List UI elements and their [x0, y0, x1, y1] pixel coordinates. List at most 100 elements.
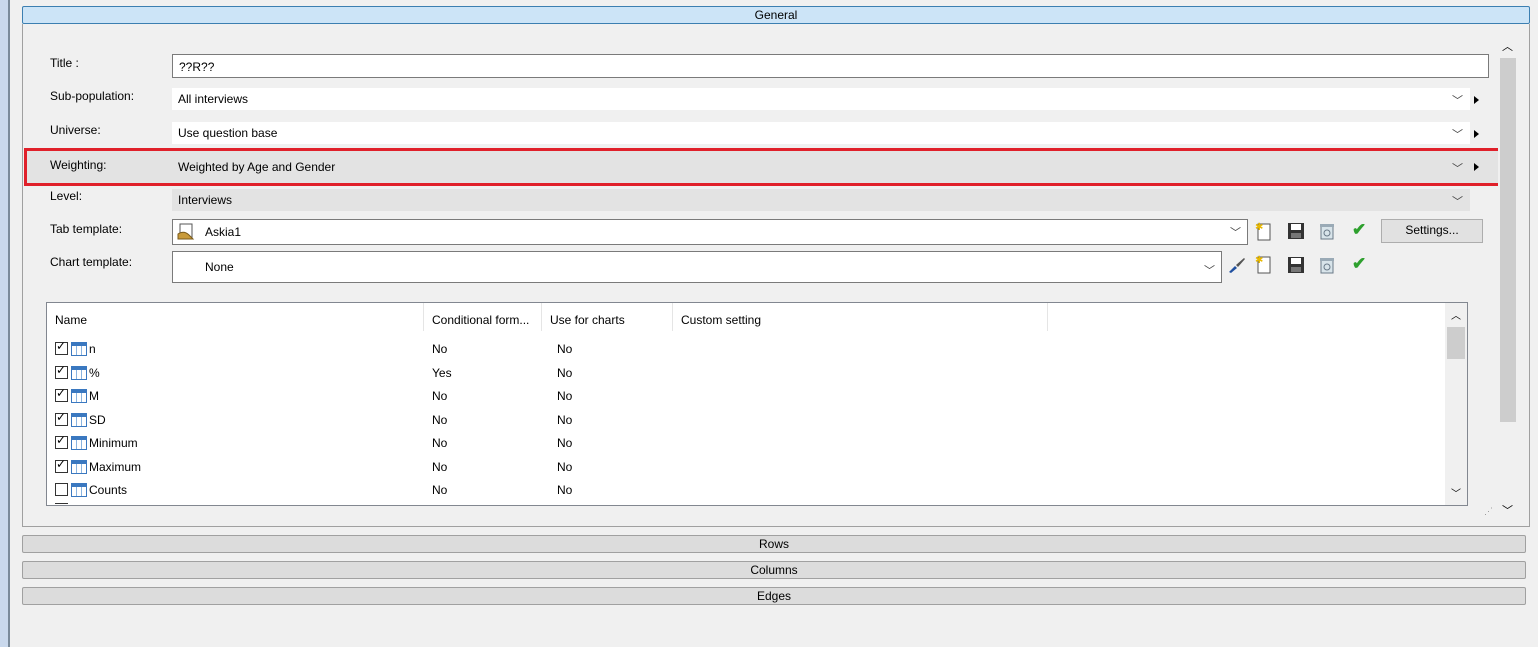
row-use-for-charts: No — [557, 365, 573, 380]
grid-header-charts[interactable]: Use for charts — [542, 303, 673, 331]
grid-header-conditional[interactable]: Conditional form... — [424, 303, 542, 331]
tab-template-chevron-down-icon[interactable]: ﹀ — [1230, 221, 1241, 245]
save-chart-template-icon[interactable] — [1287, 256, 1305, 274]
row-name: n — [89, 342, 96, 356]
row-name: Minimum — [89, 436, 138, 450]
panel-scroll-thumb[interactable] — [1500, 58, 1516, 422]
grid-scroll-thumb[interactable] — [1447, 327, 1465, 359]
panel-scroll-up-icon[interactable]: ︿ — [1502, 38, 1513, 54]
title-label: Title : — [50, 56, 79, 70]
row-use-for-charts: No — [557, 342, 573, 356]
apply-template-check-icon[interactable]: ✔ — [1352, 220, 1366, 240]
svg-text:✱: ✱ — [1255, 255, 1263, 266]
row-conditional: No — [432, 436, 448, 450]
row-use-for-charts: No — [557, 436, 573, 450]
tab-template-value: Askia1 — [205, 225, 242, 239]
row-name: SD — [89, 412, 106, 427]
panel-scrollbar[interactable]: ︿ ﹀ — [1498, 38, 1518, 522]
chart-template-label: Chart template: — [50, 255, 133, 269]
table-row[interactable]: Minimum No No — [47, 431, 1443, 455]
row-name: Counts — [89, 483, 128, 497]
universe-chevron-down-icon[interactable]: ﹀ — [1452, 126, 1463, 142]
resize-grip-icon[interactable]: ⋰ — [1484, 506, 1493, 517]
chart-template-value: None — [205, 260, 234, 274]
window-edge-line — [8, 0, 10, 647]
table-row[interactable]: Maximum No No — [47, 455, 1443, 479]
subpop-arrow-right-icon[interactable] — [1474, 96, 1479, 104]
chart-template-select[interactable]: None ﹀ — [172, 251, 1222, 283]
row-conditional: No — [432, 483, 448, 497]
statistics-grid: Name Conditional form... Use for charts … — [46, 302, 1468, 506]
tab-template-select[interactable]: Askia1 ﹀ — [172, 219, 1248, 245]
level-label: Level: — [50, 189, 83, 203]
row-conditional: Yes — [432, 365, 452, 380]
universe-select[interactable]: Use question base — [172, 122, 1470, 144]
universe-value: Use question base — [178, 126, 278, 140]
grid-header-name[interactable]: Name — [47, 303, 424, 331]
apply-chart-template-check-icon[interactable]: ✔ — [1352, 254, 1366, 274]
subpop-label: Sub-population: — [50, 89, 135, 103]
subpop-select[interactable]: All interviews — [172, 88, 1470, 110]
section-columns-header[interactable]: Columns — [22, 561, 1526, 579]
grid-scroll-up-icon[interactable]: ︿ — [1451, 307, 1461, 322]
settings-button[interactable]: Settings... — [1381, 219, 1483, 243]
row-checkbox[interactable] — [55, 410, 68, 426]
chart-template-chevron-down-icon[interactable]: ﹀ — [1204, 256, 1215, 286]
level-select[interactable]: Interviews — [172, 189, 1470, 211]
new-template-icon[interactable]: ✱ — [1254, 221, 1272, 241]
row-conditional: No — [432, 342, 448, 356]
window-edge — [0, 0, 8, 647]
row-name: Maximum — [89, 459, 142, 474]
table-icon — [71, 436, 87, 450]
row-checkbox[interactable] — [55, 457, 68, 473]
new-chart-template-icon[interactable]: ✱ — [1254, 254, 1272, 274]
row-checkbox[interactable] — [55, 386, 68, 402]
row-use-for-charts: No — [557, 412, 573, 427]
row-checkbox[interactable] — [55, 433, 68, 449]
universe-label: Universe: — [50, 123, 101, 137]
table-icon — [71, 342, 87, 356]
universe-arrow-right-icon[interactable] — [1474, 130, 1479, 138]
partial-row-checkbox — [55, 503, 68, 505]
delete-chart-template-icon[interactable] — [1318, 256, 1336, 274]
tab-template-label: Tab template: — [50, 222, 123, 236]
row-use-for-charts: No — [557, 483, 573, 497]
weighting-highlight-box — [24, 148, 1512, 186]
section-rows-header[interactable]: Rows — [22, 535, 1526, 553]
row-use-for-charts: No — [557, 459, 573, 474]
row-checkbox[interactable] — [55, 363, 68, 379]
grid-header-custom[interactable]: Custom setting — [673, 303, 1048, 331]
save-template-icon[interactable] — [1287, 222, 1305, 240]
grid-scroll-down-icon[interactable]: ﹀ — [1451, 485, 1461, 500]
table-icon — [71, 365, 87, 380]
level-value: Interviews — [178, 193, 233, 207]
table-row[interactable]: n No No — [47, 337, 1443, 361]
grid-scrollbar[interactable]: ︿ ﹀ — [1445, 303, 1467, 505]
row-conditional: No — [432, 389, 448, 403]
template-file-icon — [177, 223, 195, 240]
subpop-chevron-down-icon[interactable]: ﹀ — [1452, 92, 1463, 108]
table-icon — [71, 412, 87, 427]
table-icon — [71, 389, 87, 403]
table-icon — [71, 483, 87, 497]
table-row[interactable]: M No No — [47, 384, 1443, 408]
svg-text:✱: ✱ — [1255, 222, 1263, 233]
panel-scroll-down-icon[interactable]: ﹀ — [1502, 502, 1513, 518]
row-use-for-charts: No — [557, 389, 573, 403]
delete-template-icon[interactable] — [1318, 222, 1336, 240]
table-row[interactable]: % Yes No — [47, 361, 1443, 385]
row-conditional: No — [432, 459, 448, 474]
table-row[interactable]: SD No No — [47, 408, 1443, 432]
level-chevron-down-icon[interactable]: ﹀ — [1452, 193, 1463, 209]
table-icon — [71, 459, 87, 474]
section-general-header[interactable]: General — [22, 6, 1530, 24]
brush-icon[interactable] — [1227, 256, 1247, 274]
section-edges-header[interactable]: Edges — [22, 587, 1526, 605]
row-name: % — [89, 365, 100, 380]
row-checkbox[interactable] — [55, 483, 68, 496]
subpop-value: All interviews — [178, 92, 249, 106]
row-name: M — [89, 389, 99, 403]
table-row[interactable]: Counts No No — [47, 478, 1443, 502]
row-checkbox[interactable] — [55, 339, 68, 355]
title-input[interactable]: ??R?? — [172, 54, 1489, 78]
